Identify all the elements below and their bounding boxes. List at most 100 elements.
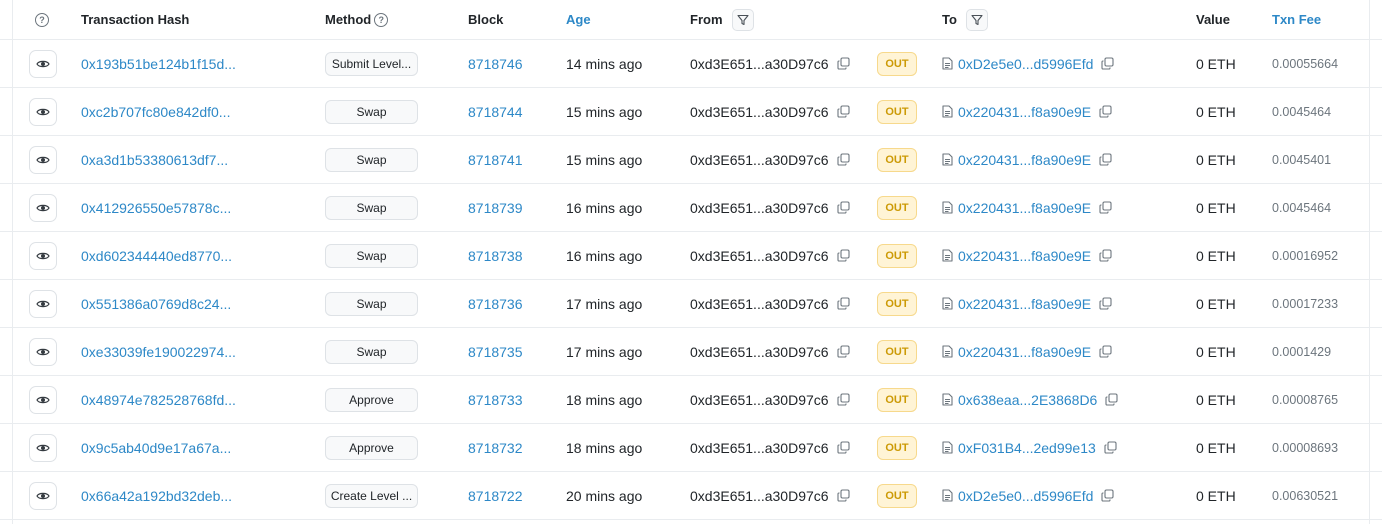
table-row: 0xd602344440ed8770... Swap 8718738 16 mi…	[0, 232, 1382, 280]
method-badge: Swap	[325, 291, 418, 316]
method-label: Approve	[349, 440, 394, 455]
to-address-link[interactable]: 0x220431...f8a90e9E	[958, 200, 1091, 216]
eye-preview-button[interactable]	[29, 385, 57, 414]
to-filter-button[interactable]	[965, 8, 988, 31]
block-link[interactable]: 8718722	[468, 488, 523, 504]
question-circle-icon[interactable]: ?	[35, 12, 49, 27]
eye-preview-button[interactable]	[29, 337, 57, 366]
copy-to-button[interactable]	[1099, 201, 1112, 214]
txn-hash-link[interactable]: 0xd602344440ed8770...	[81, 248, 232, 264]
txn-hash-link[interactable]: 0x412926550e57878c...	[81, 200, 231, 216]
age-text: 14 mins ago	[566, 55, 643, 72]
copy-from-button[interactable]	[837, 489, 850, 502]
copy-from-button[interactable]	[837, 393, 850, 406]
copy-to-button[interactable]	[1104, 441, 1117, 454]
age-text: 17 mins ago	[566, 343, 643, 360]
copy-to-button[interactable]	[1099, 105, 1112, 118]
block-link[interactable]: 8718736	[468, 296, 523, 312]
block-link[interactable]: 8718739	[468, 200, 523, 216]
header-help[interactable]: ?	[34, 0, 50, 39]
copy-icon	[1099, 105, 1112, 118]
method-info-icon[interactable]: ?	[374, 12, 389, 27]
txn-hash-link[interactable]: 0xe33039fe190022974...	[81, 344, 236, 360]
txn-hash-link[interactable]: 0xa3d1b53380613df7...	[81, 152, 228, 168]
block-link[interactable]: 8718746	[468, 56, 523, 72]
copy-to-button[interactable]	[1099, 153, 1112, 166]
copy-icon	[1099, 249, 1112, 262]
value-text: 0 ETH	[1196, 343, 1236, 360]
method-label: Create Level ...	[330, 488, 413, 503]
copy-from-button[interactable]	[837, 297, 850, 310]
txn-hash-link[interactable]: 0x551386a0769d8c24...	[81, 296, 231, 312]
from-address: 0xd3E651...a30D97c6	[690, 55, 829, 72]
copy-from-button[interactable]	[837, 105, 850, 118]
block-link[interactable]: 8718733	[468, 392, 523, 408]
header-method: Method ?	[325, 0, 389, 39]
to-address-link[interactable]: 0x638eaa...2E3868D6	[958, 392, 1097, 408]
txn-hash-link[interactable]: 0xc2b707fc80e842df0...	[81, 104, 230, 120]
from-address: 0xd3E651...a30D97c6	[690, 295, 829, 312]
copy-from-button[interactable]	[837, 201, 850, 214]
copy-from-button[interactable]	[837, 153, 850, 166]
copy-icon	[837, 345, 850, 358]
direction-badge: OUT	[877, 51, 917, 76]
txn-hash-link[interactable]: 0x9c5ab40d9e17a67a...	[81, 440, 231, 456]
to-address-link[interactable]: 0x220431...f8a90e9E	[958, 152, 1091, 168]
eye-preview-button[interactable]	[29, 433, 57, 462]
copy-to-button[interactable]	[1101, 57, 1115, 70]
eye-preview-button[interactable]	[29, 193, 57, 222]
direction-badge: OUT	[877, 147, 917, 172]
txn-hash-link[interactable]: 0x66a42a192bd32deb...	[81, 488, 232, 504]
eye-icon	[36, 396, 50, 403]
from-address: 0xd3E651...a30D97c6	[690, 439, 829, 456]
copy-to-button[interactable]	[1101, 489, 1115, 502]
from-address: 0xd3E651...a30D97c6	[690, 151, 829, 168]
txn-fee-text: 0.00055664	[1272, 56, 1339, 71]
copy-from-button[interactable]	[837, 441, 850, 454]
age-text: 17 mins ago	[566, 295, 643, 312]
copy-from-button[interactable]	[837, 249, 850, 262]
copy-from-button[interactable]	[837, 57, 850, 70]
contract-document-icon	[942, 105, 953, 118]
from-address: 0xd3E651...a30D97c6	[690, 199, 829, 216]
contract-document-icon	[942, 345, 953, 358]
copy-to-button[interactable]	[1099, 345, 1112, 358]
eye-preview-button[interactable]	[29, 289, 57, 318]
eye-preview-button[interactable]	[29, 481, 57, 510]
copy-icon	[1104, 441, 1117, 454]
eye-icon	[36, 492, 50, 499]
block-link[interactable]: 8718744	[468, 104, 523, 120]
to-address-link[interactable]: 0xD2e5e0...d5996Efd	[958, 488, 1093, 504]
eye-preview-button[interactable]	[29, 97, 57, 126]
from-address: 0xd3E651...a30D97c6	[690, 247, 829, 264]
copy-to-button[interactable]	[1105, 393, 1118, 406]
transactions-table: ? Transaction Hash Method ? Block Age Fr…	[0, 0, 1382, 524]
eye-preview-button[interactable]	[29, 49, 57, 78]
to-address-link[interactable]: 0x220431...f8a90e9E	[958, 248, 1091, 264]
block-link[interactable]: 8718741	[468, 152, 523, 168]
from-filter-button[interactable]	[731, 8, 754, 31]
block-link[interactable]: 8718732	[468, 440, 523, 456]
header-value: Value	[1196, 12, 1230, 27]
header-txn-fee-toggle[interactable]: Txn Fee	[1272, 0, 1321, 39]
txn-fee-text: 0.0045401	[1272, 152, 1332, 167]
copy-to-button[interactable]	[1099, 249, 1112, 262]
table-row: 0x412926550e57878c... Swap 8718739 16 mi…	[0, 184, 1382, 232]
to-address-link[interactable]: 0xF031B4...2ed99e13	[958, 440, 1096, 456]
eye-icon	[36, 60, 50, 67]
to-address-link[interactable]: 0x220431...f8a90e9E	[958, 104, 1091, 120]
to-address-link[interactable]: 0x220431...f8a90e9E	[958, 344, 1091, 360]
eye-preview-button[interactable]	[29, 241, 57, 270]
copy-from-button[interactable]	[837, 345, 850, 358]
eye-preview-button[interactable]	[29, 145, 57, 174]
txn-hash-link[interactable]: 0x193b51be124b1f15d...	[81, 56, 236, 72]
contract-document-icon	[942, 297, 953, 310]
header-age-toggle[interactable]: Age	[566, 0, 591, 39]
value-text: 0 ETH	[1196, 439, 1236, 456]
copy-to-button[interactable]	[1099, 297, 1112, 310]
txn-hash-link[interactable]: 0x48974e782528768fd...	[81, 392, 236, 408]
block-link[interactable]: 8718738	[468, 248, 523, 264]
to-address-link[interactable]: 0xD2e5e0...d5996Efd	[958, 56, 1093, 72]
block-link[interactable]: 8718735	[468, 344, 523, 360]
to-address-link[interactable]: 0x220431...f8a90e9E	[958, 296, 1091, 312]
